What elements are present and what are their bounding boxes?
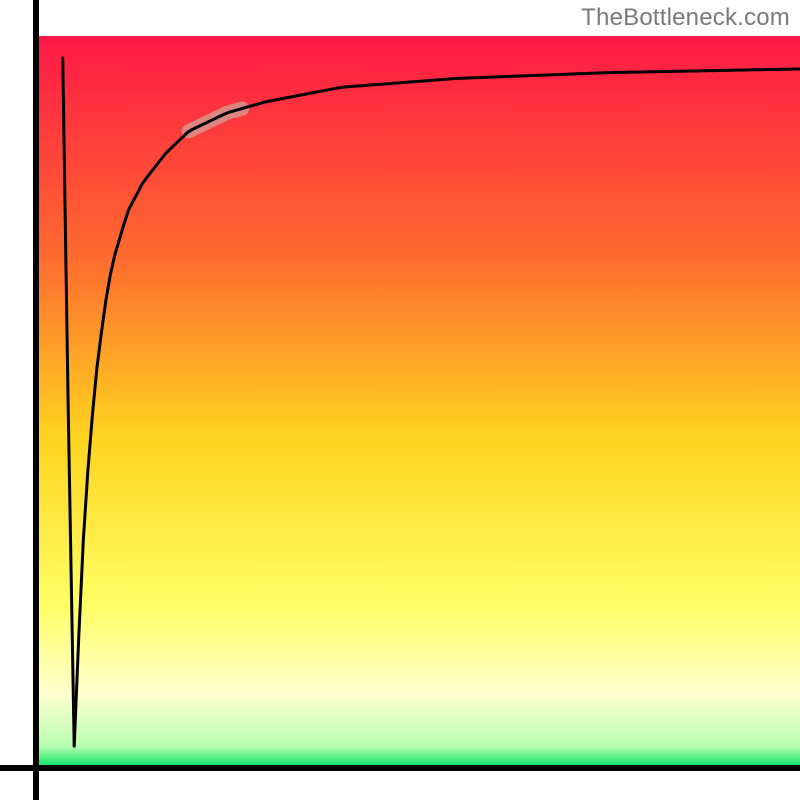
plot-background (36, 36, 800, 768)
bottleneck-chart (0, 0, 800, 800)
chart-container: TheBottleneck.com (0, 0, 800, 800)
watermark-text: TheBottleneck.com (581, 4, 790, 32)
